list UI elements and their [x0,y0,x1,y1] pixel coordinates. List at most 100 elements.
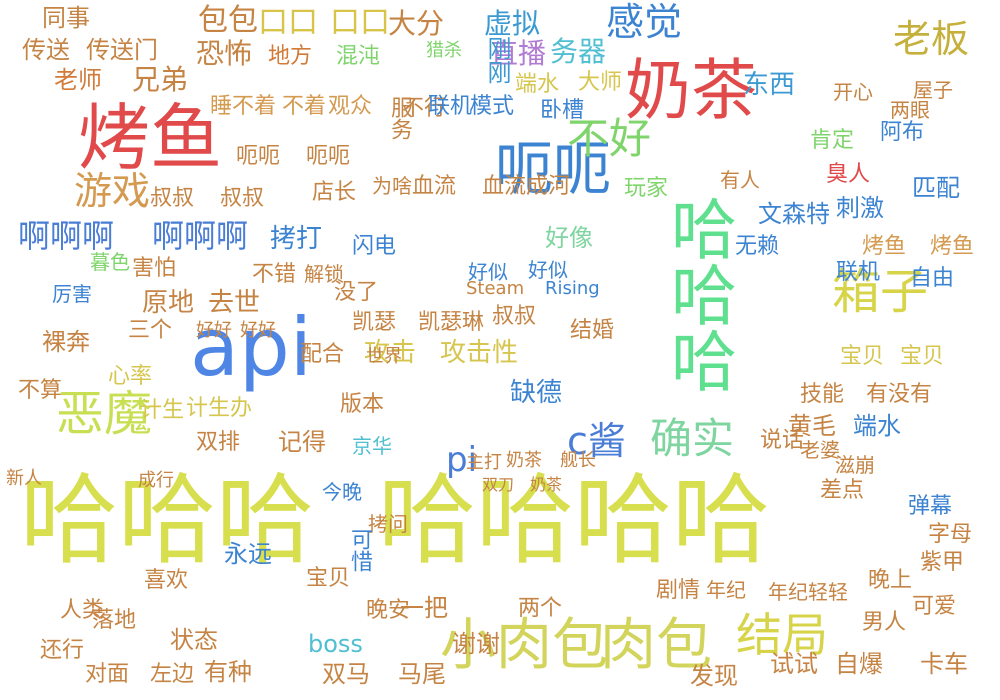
cloud-word: 双排 [196,430,241,455]
cloud-word: 猎杀 [426,40,462,61]
cloud-word: 奶茶 [530,475,563,494]
cloud-word: 好像 [545,224,593,252]
cloud-word: 呃呃 [306,144,351,169]
cloud-word: boss [308,630,363,658]
cloud-word: 三个 [128,318,173,343]
cloud-word: 兄弟 [132,63,189,96]
cloud-word: 主打 [466,452,502,473]
cloud-word: 大分 [388,7,445,40]
cloud-word: 去世 [208,288,261,318]
cloud-word: 不着 [282,94,327,119]
cloud-word: 呃呃 [236,144,281,169]
cloud-word: 人类 [60,598,105,623]
cloud-word: 好好 [196,320,232,341]
cloud-word: 滋崩 [835,453,875,477]
cloud-word: 联机 [836,260,881,285]
cloud-word: 恶魔 [56,386,153,442]
cloud-word: 好似 [528,258,568,282]
cloud-word: 发现 [690,662,738,690]
cloud-word: 京华 [352,434,392,458]
cloud-word: 为啥 [372,174,412,198]
cloud-word: 对面 [85,662,130,687]
cloud-word: 卡车 [920,650,968,678]
cloud-word: 不错 [252,262,297,287]
cloud-word: 晚上 [868,568,913,593]
cloud-word: 凯瑟琳 [418,310,485,335]
cloud-word: 叔叔 [220,186,265,211]
cloud-word: 裸奔 [42,328,90,356]
cloud-word: 老师 [54,66,102,94]
cloud-word: 凯瑟 [352,310,397,335]
cloud-word: 弹幕 [908,494,953,519]
cloud-word: 世界 [366,346,402,367]
cloud-word: 恐怖 [196,37,253,70]
cloud-word: 文森特 [758,200,830,228]
cloud-word: 两眼 [890,98,930,122]
cloud-word: 游戏 [74,169,151,213]
cloud-word: 开心 [833,80,873,104]
cloud-word: 永远 [224,540,272,568]
cloud-word: 成行 [138,470,174,491]
cloud-word: 舰长 [560,450,596,471]
cloud-word: 害怕 [132,256,177,281]
cloud-word: 还行 [40,638,85,663]
cloud-word: 厉害 [52,282,92,306]
cloud-word: 店长 [312,180,357,205]
cloud-word: 男人 [862,610,907,635]
cloud-word: 暮色 [90,250,130,274]
cloud-word: 血流成河 [482,174,571,199]
cloud-word: 睡不着 [210,94,277,119]
cloud-word: 结婚 [570,318,615,343]
cloud-word: 啊啊啊 [18,217,115,255]
cloud-word: 叔叔 [492,304,537,329]
cloud-word: 东西 [743,70,796,100]
cloud-word: 传送 [22,36,70,64]
cloud-word: 配合 [300,342,345,367]
cloud-word: 宝贝 [306,566,351,591]
cloud-word: 模式 [470,94,515,119]
cloud-word: 务器 [550,35,607,68]
cloud-word: 传送门 [86,36,158,64]
cloud-word: Rising [545,278,600,299]
cloud-word: 字母 [928,522,973,547]
cloud-word: 哈哈哈哈 [378,464,771,578]
cloud-word: 心率 [108,364,153,389]
cloud-word: 口口 [258,5,318,40]
cloud-word: 记得 [278,428,326,456]
cloud-word: 解锁 [304,262,344,286]
cloud-word: 地方 [268,44,313,69]
cloud-word: 啊啊啊 [152,217,249,255]
cloud-word: 包包 [198,3,258,38]
cloud-word: 自爆 [835,650,883,678]
cloud-word: 有没有 [866,382,933,407]
cloud-word: 谢谢 [452,630,500,658]
cloud-word: 有种 [204,658,252,686]
cloud-word: 计生 [140,398,185,423]
cloud-word: 观众 [328,94,373,119]
cloud-word: 哈哈哈 [660,195,737,393]
cloud-word: 卧槽 [540,98,585,123]
cloud-word: 可惜 [347,528,372,572]
cloud-word: 状态 [170,626,218,654]
word-cloud: 哈哈哈 哈哈哈哈 哈哈哈 api 烤鱼 奶茶 小肉包 肉包 呃呃 箱子 恶魔 游… [0,0,1000,700]
cloud-word: 联机 [428,94,473,119]
cloud-word: 刺激 [836,194,884,222]
cloud-word: 说话 [760,428,805,453]
cloud-word: 今晚 [322,480,362,504]
cloud-word: 好好 [240,320,276,341]
cloud-word: 玩家 [624,176,669,201]
cloud-word: Steam [466,278,525,299]
cloud-word: 缺德 [510,378,563,408]
cloud-word: 确实 [650,414,735,463]
cloud-word: 宝贝 [900,344,945,369]
cloud-word: 双马 [322,660,370,688]
cloud-word: 攻击性 [440,338,519,368]
cloud-word: 喜欢 [144,568,189,593]
cloud-word: 叔叔 [150,186,195,211]
cloud-word: 版本 [340,392,385,417]
cloud-word: 屋子 [913,78,953,102]
cloud-word: 马尾 [398,660,446,688]
cloud-word: 虚拟 [484,7,541,40]
cloud-word: 自由 [910,266,955,291]
cloud-word: 老婆 [800,438,840,462]
